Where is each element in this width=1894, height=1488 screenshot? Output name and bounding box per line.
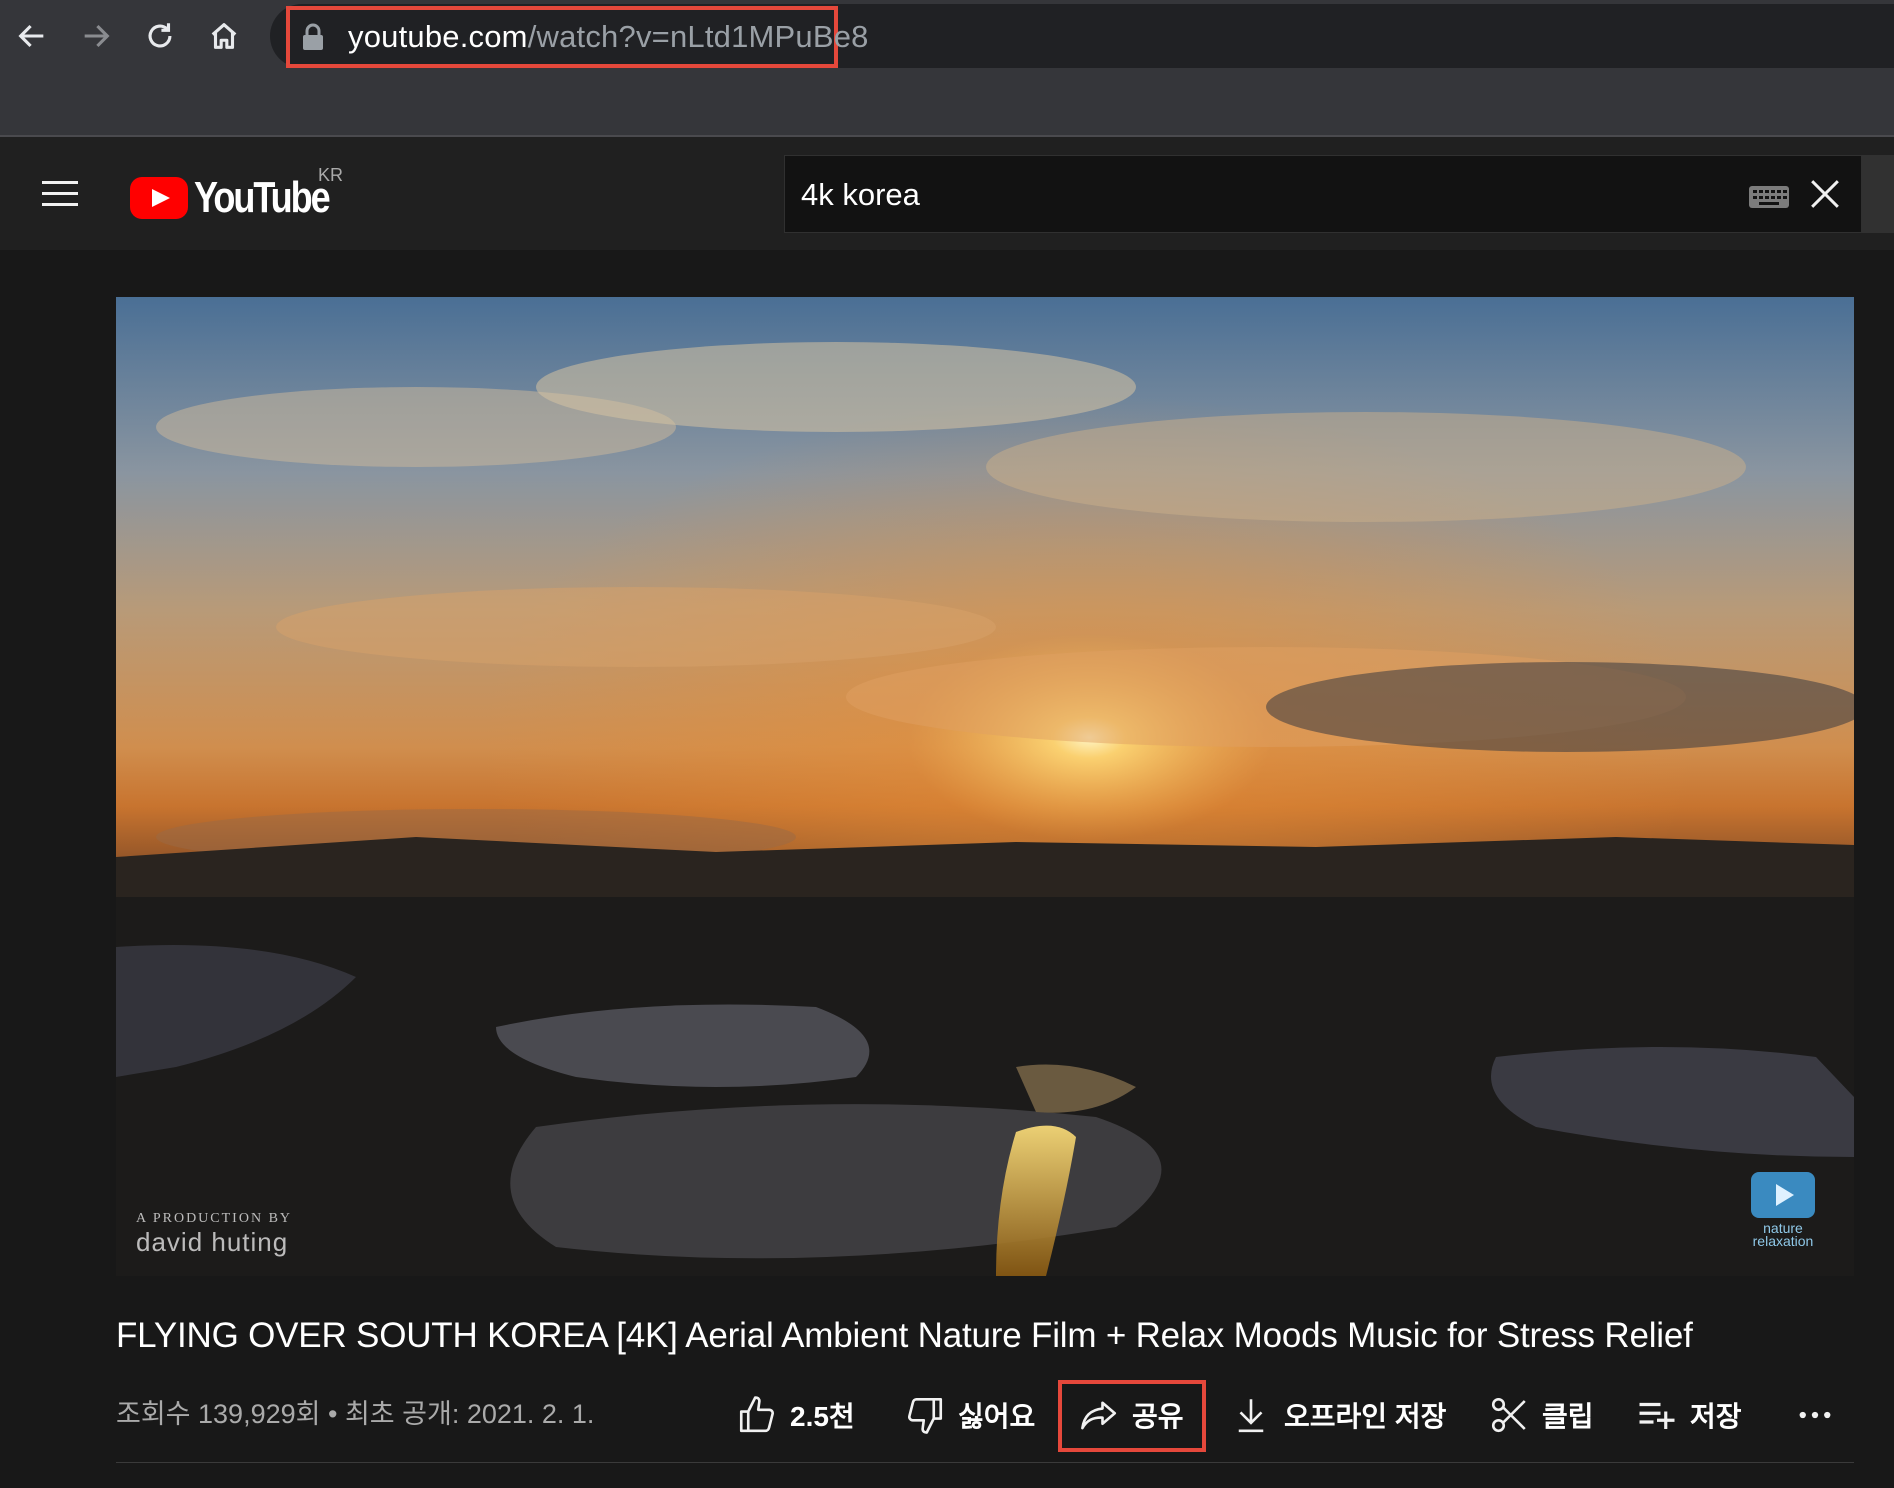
- action-bar: 2.5천 싫어요 공유 오프라인 저장 클립 저장: [0, 1380, 1894, 1450]
- like-count: 2.5천: [790, 1401, 855, 1432]
- playlist-add-icon: [1639, 1402, 1675, 1429]
- home-icon: [211, 23, 237, 49]
- more-actions-button[interactable]: [1794, 1380, 1836, 1450]
- video-credit: A PRODUCTION BY david huting: [136, 1211, 292, 1258]
- back-icon: [18, 24, 44, 48]
- url-host: youtube.com: [348, 19, 528, 54]
- download-icon: [1238, 1399, 1264, 1433]
- clip-button[interactable]: 클립: [1488, 1380, 1594, 1450]
- credit-line-1: A PRODUCTION BY: [136, 1211, 293, 1226]
- forward-button[interactable]: [74, 14, 118, 58]
- channel-watermark[interactable]: nature relaxation: [1744, 1172, 1822, 1248]
- like-button[interactable]: 2.5천: [736, 1380, 855, 1450]
- search-button[interactable]: [1862, 155, 1894, 233]
- watermark-line-2: relaxation: [1752, 1233, 1814, 1249]
- back-button[interactable]: [10, 14, 54, 58]
- download-label: 오프라인 저장: [1284, 1401, 1447, 1432]
- save-button[interactable]: 저장: [1636, 1380, 1742, 1450]
- close-icon: [1811, 180, 1839, 208]
- save-label: 저장: [1690, 1401, 1742, 1432]
- home-button[interactable]: [202, 14, 246, 58]
- more-horizontal-icon: [1799, 1411, 1831, 1419]
- thumbs-up-icon: [739, 1396, 774, 1433]
- lock-icon: [300, 22, 326, 52]
- search-box: [784, 155, 1862, 234]
- scissors-icon: [1491, 1397, 1526, 1433]
- forward-icon: [84, 24, 110, 48]
- keyboard-icon[interactable]: [1749, 186, 1789, 208]
- country-code: KR: [318, 165, 344, 185]
- reload-button[interactable]: [138, 14, 182, 58]
- menu-button[interactable]: [36, 173, 84, 213]
- share-highlight: [1058, 1380, 1206, 1452]
- video-frame: [116, 297, 1854, 1276]
- browser-toolbar: youtube.com/watch?v=nLtd1MPuBe8: [0, 0, 1894, 137]
- url-text: youtube.com/watch?v=nLtd1MPuBe8: [348, 19, 869, 55]
- search-input[interactable]: [799, 156, 1703, 234]
- logo-wordmark: YouTube: [194, 173, 331, 222]
- url-path: /watch?v=nLtd1MPuBe8: [527, 19, 869, 54]
- video-title: FLYING OVER SOUTH KOREA [4K] Aerial Ambi…: [116, 1316, 1693, 1355]
- dislike-button[interactable]: 싫어요: [904, 1380, 1035, 1450]
- credit-line-2: david huting: [136, 1227, 289, 1257]
- clear-search-button[interactable]: [1803, 172, 1847, 216]
- video-player[interactable]: A PRODUCTION BY david huting nature rela…: [116, 297, 1854, 1276]
- dislike-label: 싫어요: [958, 1401, 1036, 1432]
- youtube-header: YouTube KR: [0, 137, 1894, 250]
- divider: [116, 1462, 1854, 1463]
- url-highlight[interactable]: youtube.com/watch?v=nLtd1MPuBe8: [286, 6, 868, 68]
- clip-label: 클립: [1542, 1401, 1594, 1432]
- thumbs-down-icon: [908, 1397, 943, 1434]
- reload-icon: [148, 23, 172, 48]
- youtube-play-icon: [130, 177, 188, 219]
- channel-watermark-icon: [1751, 1172, 1815, 1218]
- download-button[interactable]: 오프라인 저장: [1230, 1380, 1446, 1450]
